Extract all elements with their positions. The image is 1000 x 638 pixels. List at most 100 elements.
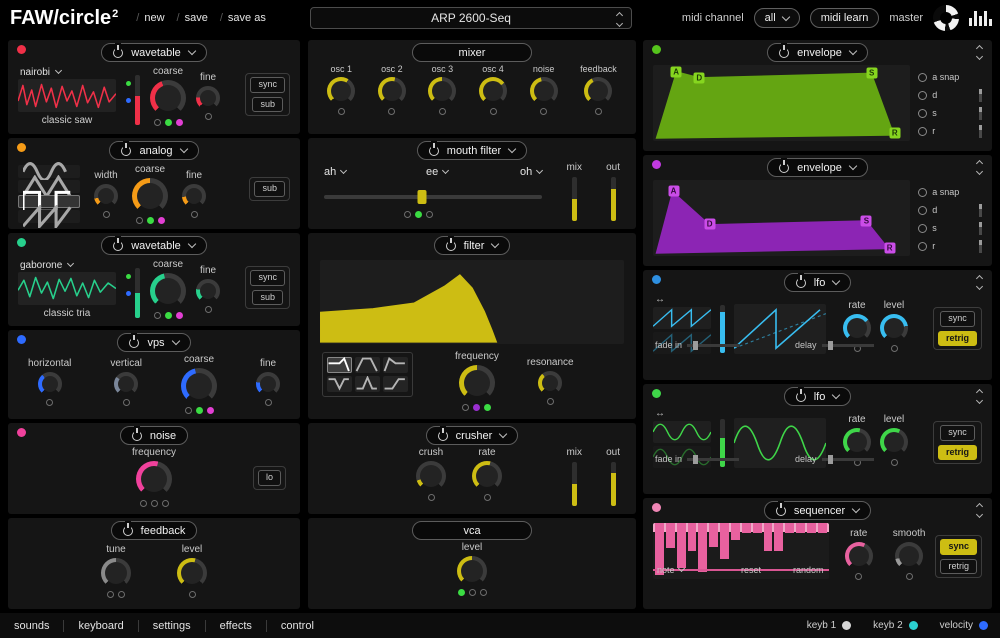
env-release-handle[interactable]: R	[889, 128, 900, 139]
lfo2-sync-button[interactable]: sync	[940, 425, 975, 441]
vca-level-knob[interactable]	[457, 556, 487, 586]
sequencer-dropdown[interactable]: sequencer	[764, 501, 871, 520]
mod-slot-dot[interactable]	[123, 399, 130, 406]
noise-type-dropdown[interactable]: noise	[120, 426, 188, 445]
level-meter-icon[interactable]	[969, 11, 992, 26]
tab-control[interactable]: control	[267, 620, 328, 632]
lfo1-sync-button[interactable]: sync	[940, 311, 975, 327]
power-icon[interactable]	[113, 48, 123, 58]
mod-slot-dot[interactable]	[906, 573, 913, 580]
feedback-tune-knob[interactable]	[101, 558, 131, 588]
power-icon[interactable]	[438, 431, 448, 441]
filter-type-button-shelf[interactable]	[383, 376, 408, 392]
mini-slider[interactable]	[979, 125, 982, 138]
mod-slot-dot[interactable]	[484, 494, 491, 501]
mod-slot-dot[interactable]	[415, 211, 422, 218]
mod-slot-dot[interactable]	[469, 589, 476, 596]
mouth-filter-dropdown[interactable]: mouth filter	[417, 141, 527, 160]
env-sustain-handle[interactable]: S	[861, 216, 872, 227]
crusher-crush-knob[interactable]	[416, 461, 446, 491]
seq-reset-button[interactable]: reset	[741, 565, 761, 575]
velocity-indicator[interactable]: velocity	[940, 620, 988, 631]
seq-smooth-knob[interactable]	[895, 542, 923, 570]
vowel-left-dropdown[interactable]: ah	[324, 166, 346, 178]
env2-dropdown[interactable]: envelope	[767, 158, 868, 177]
osc1-coarse-knob[interactable]	[150, 80, 186, 116]
mod-slot-dot[interactable]	[855, 573, 862, 580]
mod-slot-dot[interactable]	[265, 399, 272, 406]
osc2-type-dropdown[interactable]: analog	[109, 141, 198, 160]
lfo1-wave-option[interactable]	[653, 307, 711, 329]
osc1-fine-knob[interactable]	[196, 86, 220, 110]
mod-slot-dot[interactable]	[426, 211, 433, 218]
mod-slot-dot[interactable]	[196, 407, 203, 414]
mini-slider[interactable]	[979, 89, 982, 102]
mod-slot-dot[interactable]	[480, 589, 487, 596]
filter-type-button-lowpass[interactable]	[327, 357, 352, 373]
mod-slot-dot[interactable]	[103, 211, 110, 218]
mod-slot-dot[interactable]	[151, 500, 158, 507]
lfo1-delay-slider[interactable]: delay	[795, 340, 874, 350]
mod-slot-dot[interactable]	[388, 108, 395, 115]
mod-slot-dot[interactable]	[205, 306, 212, 313]
mouth-out-slider[interactable]	[611, 177, 616, 221]
power-icon[interactable]	[446, 241, 456, 251]
lfo2-delay-slider[interactable]: delay	[795, 454, 874, 464]
vowel-mid-dropdown[interactable]: ee	[426, 166, 448, 178]
osc3-sync-button[interactable]: sync	[250, 270, 285, 286]
mini-slider[interactable]	[979, 222, 982, 235]
tab-keyboard[interactable]: keyboard	[64, 620, 137, 632]
mod-slot-dot[interactable]	[891, 345, 898, 352]
radio-icon[interactable]	[918, 242, 927, 251]
osc4-fine-knob[interactable]	[256, 372, 280, 396]
power-icon[interactable]	[796, 392, 806, 402]
filter-type-button-notch[interactable]	[327, 376, 352, 392]
radio-icon[interactable]	[918, 224, 927, 233]
mod-slot-dot[interactable]	[207, 407, 214, 414]
env-release-handle[interactable]: R	[884, 242, 895, 253]
crusher-mix-slider[interactable]	[572, 462, 577, 506]
vowel-morph-slider[interactable]	[324, 195, 542, 199]
env-sustain-handle[interactable]: S	[866, 68, 877, 79]
mod-slot-dot[interactable]	[154, 119, 161, 126]
osc2-sub-button[interactable]: sub	[254, 181, 285, 197]
power-icon[interactable]	[113, 241, 123, 251]
mod-source-dot[interactable]	[126, 274, 131, 279]
seq-sync-button[interactable]: sync	[940, 539, 977, 555]
menu-item-save-as[interactable]: /save as	[220, 12, 266, 24]
preset-selector[interactable]: ARP 2600-Seq	[310, 7, 632, 29]
osc4-type-dropdown[interactable]: vps	[117, 333, 190, 352]
feedback-header[interactable]: feedback	[111, 521, 198, 540]
power-icon[interactable]	[132, 431, 142, 441]
mod-slot-dot[interactable]	[154, 312, 161, 319]
osc1-type-dropdown[interactable]: wavetable	[101, 43, 207, 62]
lfo2-retrig-button[interactable]: retrig	[938, 445, 977, 461]
module-expand-icon[interactable]	[977, 161, 982, 174]
osc3-coarse-knob[interactable]	[150, 273, 186, 309]
filter-type-button-bandpass[interactable]	[355, 357, 380, 373]
mod-slot-dot[interactable]	[473, 404, 480, 411]
mixer-osc4-knob[interactable]	[479, 77, 507, 105]
seq-note-dropdown[interactable]: note	[657, 565, 684, 575]
lfo1-level-knob[interactable]	[880, 314, 908, 342]
lfo1-rate-knob[interactable]	[843, 314, 871, 342]
mod-slot-dot[interactable]	[107, 591, 114, 598]
mini-slider[interactable]	[979, 204, 982, 217]
mod-slot-dot[interactable]	[439, 108, 446, 115]
mod-slot-dot[interactable]	[118, 591, 125, 598]
env1-dropdown[interactable]: envelope	[767, 43, 868, 62]
waveform-option-saw[interactable]	[18, 210, 80, 223]
seq-retrig-button[interactable]: retrig	[940, 559, 977, 575]
osc2-coarse-knob[interactable]	[132, 178, 168, 214]
power-icon[interactable]	[779, 163, 789, 173]
mod-slot-dot[interactable]	[189, 591, 196, 598]
mod-slot-dot[interactable]	[162, 500, 169, 507]
filter-frequency-knob[interactable]	[459, 365, 495, 401]
keyb1-indicator[interactable]: keyb 1	[807, 620, 851, 631]
osc2-width-knob[interactable]	[94, 184, 118, 208]
mod-source-dot[interactable]	[126, 81, 131, 86]
seq-rate-knob[interactable]	[845, 542, 873, 570]
env2-display[interactable]: A D S R	[653, 180, 910, 256]
tab-settings[interactable]: settings	[139, 620, 205, 632]
osc3-sub-button[interactable]: sub	[252, 290, 283, 306]
